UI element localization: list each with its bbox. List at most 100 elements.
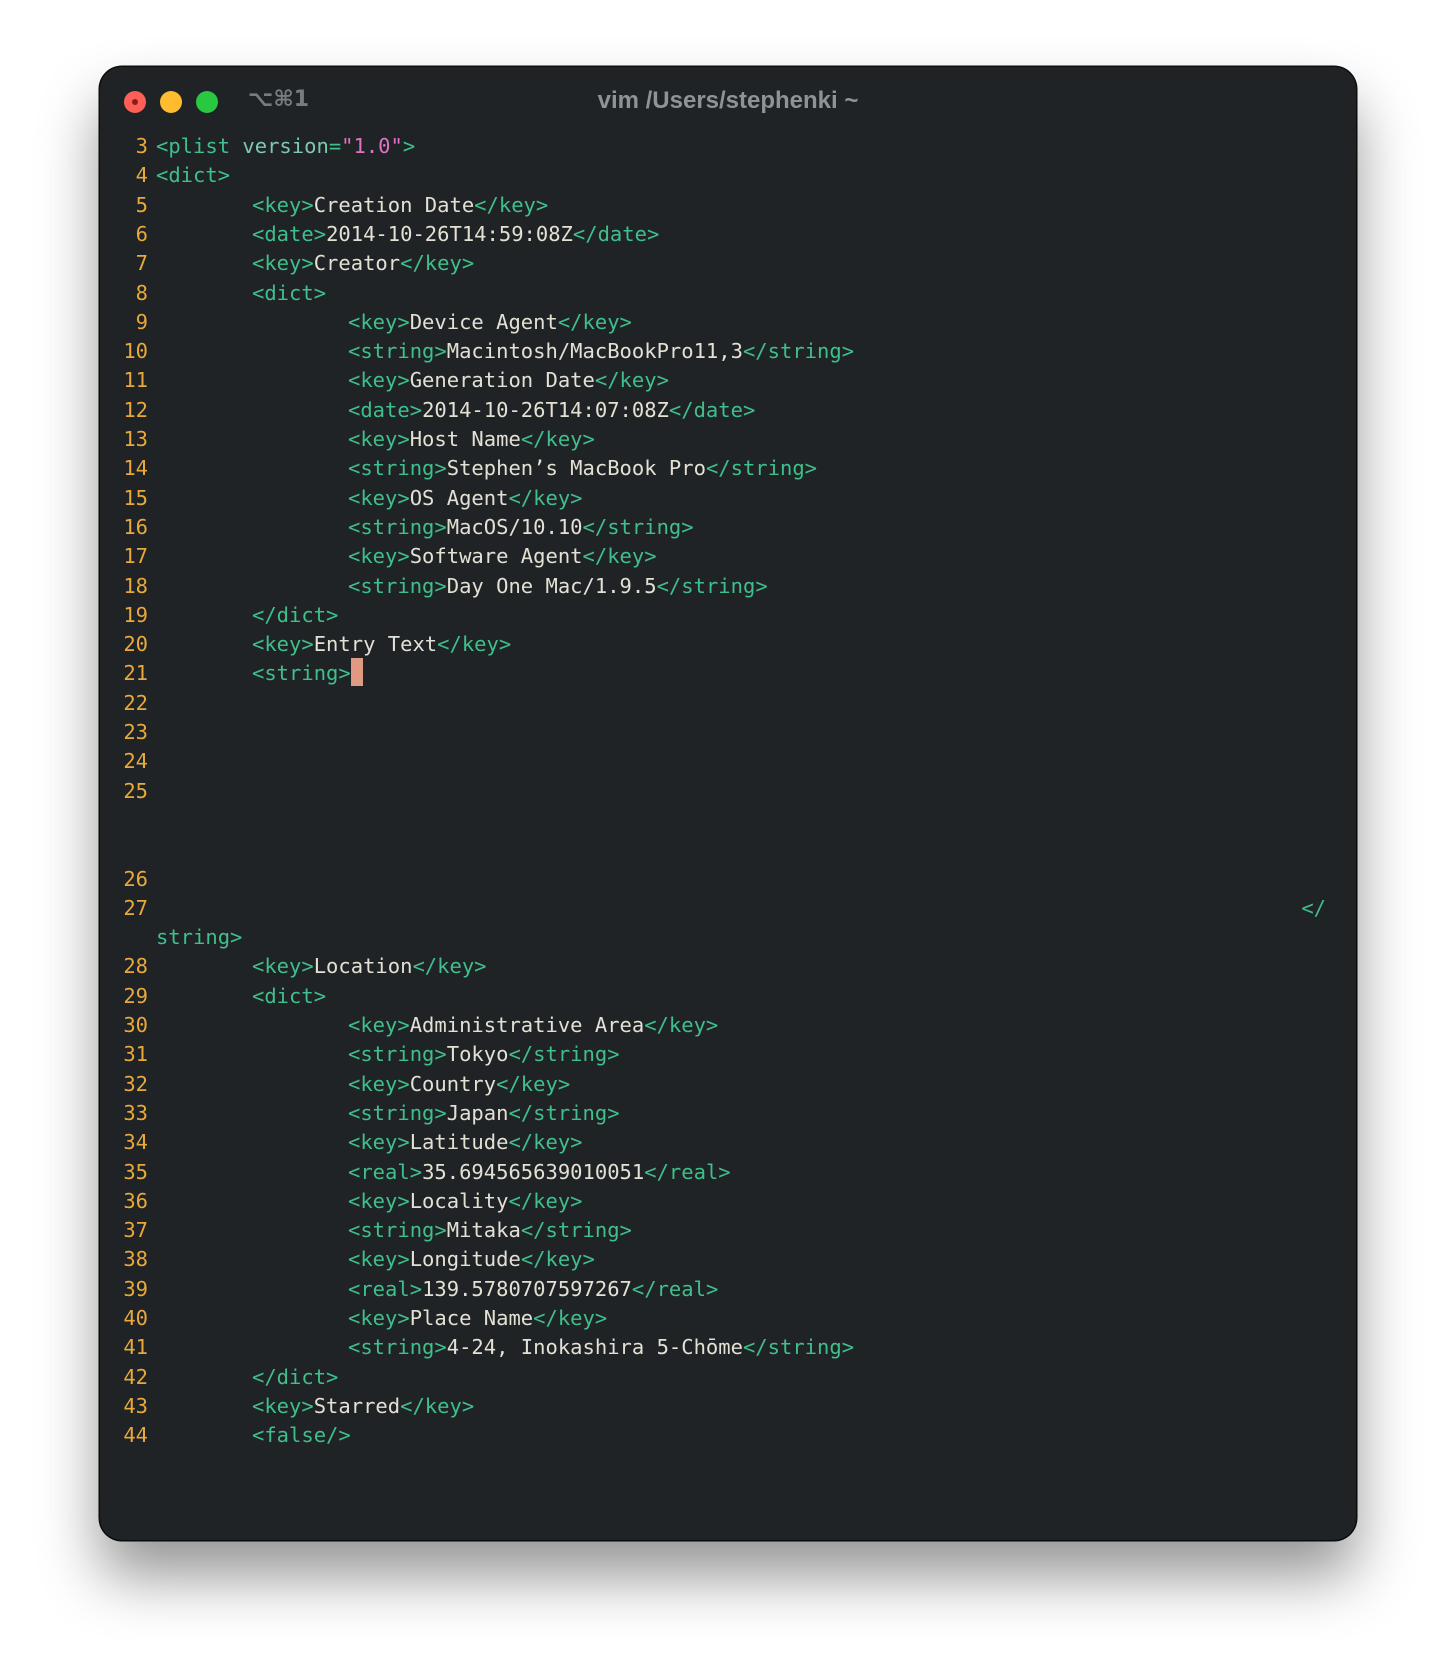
code-line: 26 [100, 864, 1356, 894]
text-cursor [350, 658, 363, 687]
line-number: 15 [123, 485, 148, 510]
line-number: 30 [123, 1013, 148, 1037]
xml-token: </key> [508, 1188, 583, 1213]
line-number: 32 [123, 1071, 148, 1096]
xml-token: </key> [400, 1393, 475, 1418]
line-number: 17 [123, 544, 148, 569]
code-line: 40 <key>Place Name</key> [100, 1303, 1356, 1333]
text-content: 35.694565639010051 [422, 1159, 645, 1184]
code-line: 22 [100, 688, 1356, 718]
line-number: 19 [123, 602, 148, 627]
line-number: 40 [123, 1306, 148, 1330]
xml-token: </key> [412, 954, 487, 979]
line-number: 43 [123, 1393, 148, 1418]
line-number: 42 [123, 1364, 148, 1389]
code-line: 15 <key>OS Agent</key> [100, 483, 1356, 513]
line-content: <key>Location</key> [252, 951, 487, 981]
line-number: 12 [123, 397, 148, 422]
line-number: 4 [135, 163, 148, 188]
xml-token: <key> [348, 485, 410, 510]
line-content: <string>Stephen’s MacBook Pro</string> [348, 453, 817, 483]
text-content: Starred [313, 1393, 401, 1418]
code-line: 33 <string>Japan</string> [100, 1098, 1356, 1128]
text-content: 2014-10-26T14:59:08Z [326, 221, 573, 246]
line-content: <key>Device Agent</key> [348, 307, 632, 337]
xml-token: <key> [252, 1393, 314, 1418]
xml-token: <false/> [252, 1423, 351, 1448]
code-line: 16 <string>MacOS/10.10</string> [100, 512, 1356, 542]
line-content: <real>139.5780707597267</real> [348, 1274, 718, 1304]
xml-token: <string> [348, 456, 447, 481]
xml-token: <key> [348, 1130, 410, 1155]
text-content: Location [313, 954, 413, 979]
code-line: 39 <real>139.5780707597267</real> [100, 1274, 1356, 1304]
line-number: 7 [135, 251, 148, 276]
line-number: 28 [123, 954, 148, 979]
line-content: <string>Mitaka</string> [348, 1215, 632, 1245]
line-content: <key>Creation Date</key> [252, 190, 548, 220]
line-content: <key>Creator</key> [252, 248, 474, 278]
xml-token: <real> [348, 1159, 423, 1184]
xml-token: <key> [348, 1247, 410, 1272]
text-content: Device Agent [409, 309, 558, 334]
code-line: 7 <key>Creator</key> [100, 248, 1356, 278]
code-line: 25 [100, 776, 1356, 806]
code-line: 6 <date>2014-10-26T14:59:08Z</date> [100, 219, 1356, 249]
xml-token: "1.0" [341, 134, 403, 158]
xml-token: <string> [348, 514, 447, 539]
text-content: Place Name [409, 1306, 534, 1330]
xml-token: </key> [508, 485, 583, 510]
xml-token: <string> [348, 573, 447, 598]
line-content: <string>Macintosh/MacBookPro11,3</string… [348, 336, 854, 366]
xml-token: <dict> [252, 983, 327, 1008]
code-line: 34 <key>Latitude</key> [100, 1127, 1356, 1157]
line-content: <string>MacOS/10.10</string> [348, 512, 694, 542]
xml-token: </string> [508, 1100, 620, 1125]
line-number: 36 [123, 1188, 148, 1213]
xml-token: <string> [348, 339, 447, 364]
xml-token: <key> [252, 192, 314, 217]
xml-token: <key> [252, 632, 314, 657]
xml-token: <string> [348, 1100, 447, 1125]
code-line: 19 </dict> [100, 600, 1356, 630]
xml-token: <key> [348, 1188, 410, 1213]
line-content: <key>Generation Date</key> [348, 365, 669, 395]
xml-token: </date> [572, 221, 660, 246]
text-content: Country [409, 1071, 497, 1096]
xml-token: <key> [348, 1071, 410, 1096]
line-number: 23 [123, 720, 148, 744]
xml-token: </date> [668, 397, 756, 422]
xml-token: <dict> [252, 280, 327, 305]
code-line: 42 </dict> [100, 1362, 1356, 1392]
xml-token: </string> [742, 339, 855, 364]
xml-token: <date> [348, 397, 423, 422]
text-content: 4-24, Inokashira 5-Chōme [446, 1335, 743, 1360]
line-content: <string>4-24, Inokashira 5-Chōme</string… [348, 1332, 854, 1362]
line-content: <key>OS Agent</key> [348, 483, 583, 513]
line-content: <string>Day One Mac/1.9.5</string> [348, 571, 768, 601]
line-number: 27 [123, 895, 148, 920]
xml-token: </string> [656, 573, 768, 598]
line-content: <key>Software Agent</key> [348, 541, 657, 571]
line-content: <plist version="1.0"> [156, 131, 415, 161]
xml-token: </string> [582, 514, 694, 539]
line-content: <date>2014-10-26T14:59:08Z</date> [252, 219, 659, 249]
xml-token: <key> [348, 1013, 410, 1037]
code-line: 37 <string>Mitaka</string> [100, 1215, 1356, 1245]
line-number: 20 [123, 632, 148, 657]
line-content: <dict> [252, 981, 326, 1011]
text-content: Macintosh/MacBookPro11,3 [446, 339, 743, 364]
code-line: 30 <key>Administrative Area</key> [100, 1010, 1356, 1040]
text-content: Longitude [409, 1247, 521, 1272]
line-number: 44 [123, 1423, 148, 1448]
code-line: 9 <key>Device Agent</key> [100, 307, 1356, 337]
line-content: <key>Administrative Area</key> [348, 1010, 718, 1040]
line-number: 38 [123, 1247, 148, 1272]
text-content: Day One Mac/1.9.5 [446, 573, 657, 598]
terminal-window: ⌥⌘1 vim /Users/stephenki ~ 3 <plist versi… [100, 67, 1356, 1540]
xml-token: <key> [252, 251, 314, 276]
text-content: 2014-10-26T14:07:08Z [422, 397, 669, 422]
code-line: 44 <false/> [100, 1420, 1356, 1450]
line-content: <string> [252, 658, 363, 688]
text-content: Stephen’s MacBook Pro [446, 456, 706, 481]
